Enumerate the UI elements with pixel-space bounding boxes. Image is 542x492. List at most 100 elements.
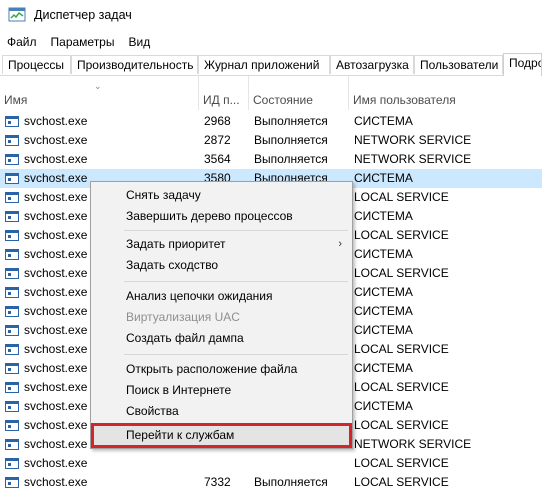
process-user: СИСТЕМА	[354, 247, 413, 261]
menu-item-label: Открыть расположение файла	[126, 362, 298, 376]
ctx-set-priority[interactable]: Задать приоритет ›	[91, 234, 352, 255]
menu-item-label: Поиск в Интернете	[126, 383, 232, 397]
table-row[interactable]: svchost.exe 2968 Выполняется СИСТЕМА	[0, 112, 542, 131]
process-window-icon	[5, 458, 19, 469]
process-user: СИСТЕМА	[354, 171, 413, 185]
process-window-icon	[5, 173, 19, 184]
process-user: СИСТЕМА	[354, 323, 413, 337]
process-window-icon	[5, 401, 19, 412]
menu-item-label: Виртуализация UAC	[126, 310, 240, 324]
column-pid[interactable]: ИД п...	[199, 76, 249, 110]
process-name: svchost.exe	[24, 133, 88, 147]
process-user: NETWORK SERVICE	[354, 133, 472, 147]
menu-item-label: Перейти к службам	[126, 428, 235, 442]
process-window-icon	[5, 249, 19, 260]
menu-item-label: Свойства	[126, 404, 179, 418]
process-window-icon	[5, 135, 19, 146]
process-window-icon	[5, 230, 19, 241]
title-bar: Диспетчер задач	[0, 0, 542, 31]
process-user: СИСТЕМА	[354, 304, 413, 318]
process-window-icon	[5, 477, 19, 488]
table-row[interactable]: svchost.exe LOCAL SERVICE	[0, 454, 542, 473]
process-user: LOCAL SERVICE	[354, 342, 449, 356]
process-name: svchost.exe	[24, 114, 88, 128]
process-user: NETWORK SERVICE	[354, 437, 472, 451]
process-name: svchost.exe	[24, 456, 88, 470]
menu-options[interactable]: Параметры	[44, 31, 122, 53]
menu-item-label: Создать файл дампа	[126, 331, 244, 345]
menu-file[interactable]: Файл	[0, 31, 44, 53]
process-user: СИСТЕМА	[354, 361, 413, 375]
ctx-analyze-wait-chain[interactable]: Анализ цепочки ожидания	[91, 286, 352, 307]
process-window-icon	[5, 363, 19, 374]
process-user: LOCAL SERVICE	[354, 456, 449, 470]
table-row[interactable]: svchost.exe 2872 Выполняется NETWORK SERVIC…	[0, 131, 542, 150]
menu-separator	[124, 281, 348, 282]
menu-bar: Файл Параметры Вид	[0, 31, 542, 53]
process-user: NETWORK SERVICE	[354, 152, 472, 166]
table-row[interactable]: svchost.exe 3564 Выполняется NETWORK SERVIC…	[0, 150, 542, 169]
tab-strip: Процессы Производительность Журнал прило…	[0, 53, 542, 76]
process-window-icon	[5, 306, 19, 317]
menu-item-label: Снять задачу	[126, 188, 201, 202]
ctx-search-online[interactable]: Поиск в Интернете	[91, 380, 352, 401]
column-name[interactable]: Имя	[0, 76, 199, 110]
process-user: СИСТЕМА	[354, 114, 413, 128]
process-state: Выполняется	[254, 152, 328, 166]
process-user: LOCAL SERVICE	[354, 475, 449, 489]
ctx-properties[interactable]: Свойства	[91, 401, 352, 422]
context-menu: Снять задачу Завершить дерево процессов За…	[90, 181, 353, 449]
ctx-create-dump-file[interactable]: Создать файл дампа	[91, 328, 352, 349]
window-title: Диспетчер задач	[34, 8, 132, 22]
process-window-icon	[5, 287, 19, 298]
chevron-right-icon: ›	[338, 238, 342, 250]
menu-separator	[124, 354, 348, 355]
process-window-icon	[5, 344, 19, 355]
process-window-icon	[5, 420, 19, 431]
process-window-icon	[5, 192, 19, 203]
ctx-go-to-services[interactable]: Перейти к службам	[91, 423, 352, 448]
process-user: LOCAL SERVICE	[354, 190, 449, 204]
process-pid: 3564	[204, 152, 231, 166]
ctx-set-affinity[interactable]: Задать сходство	[91, 255, 352, 276]
process-name: svchost.exe	[24, 152, 88, 166]
process-window-icon	[5, 154, 19, 165]
menu-item-label: Задать приоритет	[126, 237, 226, 251]
task-manager-icon	[8, 7, 26, 22]
process-user: СИСТЕМА	[354, 209, 413, 223]
tab-app-history[interactable]: Журнал приложений	[198, 55, 330, 74]
ctx-open-file-location[interactable]: Открыть расположение файла	[91, 359, 352, 380]
menu-item-label: Завершить дерево процессов	[126, 209, 293, 223]
process-state: Выполняется	[254, 133, 328, 147]
tab-users[interactable]: Пользователи	[414, 55, 503, 74]
process-pid: 7332	[204, 475, 231, 489]
process-pid: 2872	[204, 133, 231, 147]
ctx-end-task[interactable]: Снять задачу	[91, 185, 352, 206]
menu-item-label: Анализ цепочки ожидания	[126, 289, 273, 303]
process-window-icon	[5, 268, 19, 279]
process-window-icon	[5, 211, 19, 222]
tab-startup[interactable]: Автозагрузка	[330, 55, 414, 74]
process-pid: 2968	[204, 114, 231, 128]
process-name: svchost.exe	[24, 475, 88, 489]
menu-separator	[124, 230, 348, 231]
column-header: ⌄ Имя ИД п... Состояние Имя пользователя	[0, 76, 542, 110]
menu-view[interactable]: Вид	[121, 31, 157, 53]
column-state[interactable]: Состояние	[249, 76, 349, 110]
ctx-end-process-tree[interactable]: Завершить дерево процессов	[91, 206, 352, 227]
process-window-icon	[5, 116, 19, 127]
process-window-icon	[5, 382, 19, 393]
tab-details[interactable]: Подро	[503, 53, 542, 76]
process-user: СИСТЕМА	[354, 285, 413, 299]
tab-processes[interactable]: Процессы	[2, 55, 71, 74]
process-user: LOCAL SERVICE	[354, 418, 449, 432]
column-user[interactable]: Имя пользователя	[349, 76, 542, 110]
tab-performance[interactable]: Производительность	[71, 55, 198, 74]
process-state: Выполняется	[254, 475, 328, 489]
ctx-uac-virtualization: Виртуализация UAC	[91, 307, 352, 328]
process-state: Выполняется	[254, 114, 328, 128]
table-row[interactable]: svchost.exe 7332 Выполняется LOCAL SERVICE	[0, 473, 542, 492]
process-window-icon	[5, 325, 19, 336]
process-window-icon	[5, 439, 19, 450]
process-user: LOCAL SERVICE	[354, 228, 449, 242]
